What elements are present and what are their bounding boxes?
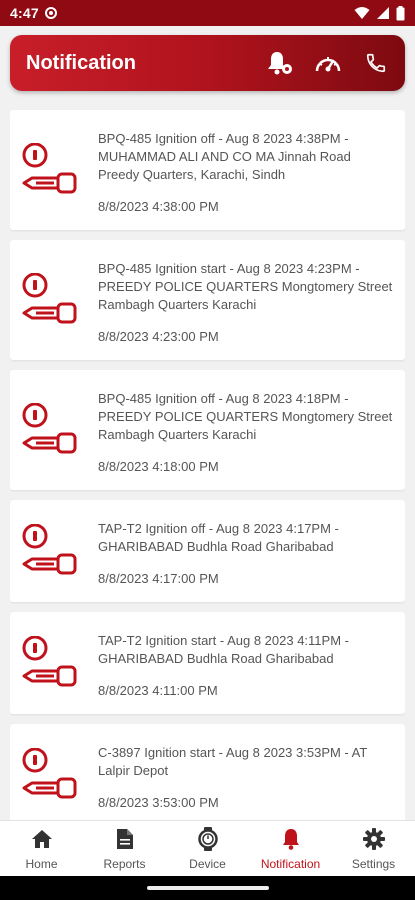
status-time: 4:47 <box>10 5 39 21</box>
nav-label-reports: Reports <box>103 856 146 871</box>
app-header: Notification <box>10 35 405 91</box>
nav-item-settings[interactable]: Settings <box>332 821 415 876</box>
notification-card[interactable]: TAP-T2 Ignition off - Aug 8 2023 4:17PM … <box>10 500 405 602</box>
key-icon <box>20 390 80 476</box>
watch-icon <box>197 826 219 851</box>
notification-card[interactable]: BPQ-485 Ignition start - Aug 8 2023 4:23… <box>10 240 405 360</box>
notification-message: TAP-T2 Ignition start - Aug 8 2023 4:11P… <box>98 633 349 666</box>
bell-settings-icon <box>268 52 292 75</box>
sync-icon <box>44 7 57 19</box>
notification-message: TAP-T2 Ignition off - Aug 8 2023 4:17PM … <box>98 521 339 554</box>
document-icon <box>116 827 134 851</box>
key-icon <box>20 130 80 216</box>
notification-timestamp: 8/8/2023 4:38:00 PM <box>98 199 219 214</box>
notification-message: BPQ-485 Ignition off - Aug 8 2023 4:38PM… <box>98 131 351 182</box>
key-icon <box>20 632 80 700</box>
key-icon <box>20 260 80 346</box>
notification-card[interactable]: BPQ-485 Ignition off - Aug 8 2023 4:38PM… <box>10 110 405 230</box>
status-icons <box>354 5 405 21</box>
page-title: Notification <box>26 51 136 74</box>
signal-icon <box>377 7 389 19</box>
notification-message: BPQ-485 Ignition off - Aug 8 2023 4:18PM… <box>98 391 393 442</box>
key-icon <box>20 744 80 812</box>
nav-label-settings: Settings <box>351 856 396 871</box>
nav-label-device: Device <box>189 856 226 871</box>
notification-card[interactable]: TAP-T2 Ignition start - Aug 8 2023 4:11P… <box>10 612 405 714</box>
notification-timestamp: 8/8/2023 4:17:00 PM <box>98 571 219 586</box>
key-icon <box>20 520 80 588</box>
nav-item-device[interactable]: Device <box>166 821 249 876</box>
home-gesture-handle[interactable] <box>146 886 269 890</box>
notification-timestamp: 8/8/2023 4:23:00 PM <box>98 329 219 344</box>
notification-list[interactable]: BPQ-485 Ignition off - Aug 8 2023 4:38PM… <box>10 110 405 820</box>
notification-message: C-3897 Ignition start - Aug 8 2023 3:53P… <box>98 745 368 778</box>
speedometer-button[interactable] <box>313 48 343 78</box>
notification-card[interactable]: BPQ-485 Ignition off - Aug 8 2023 4:18PM… <box>10 370 405 490</box>
call-button[interactable] <box>361 48 391 78</box>
notification-timestamp: 8/8/2023 4:18:00 PM <box>98 459 219 474</box>
notification-timestamp: 8/8/2023 3:53:00 PM <box>98 795 219 810</box>
notification-timestamp: 8/8/2023 4:11:00 PM <box>98 683 218 698</box>
bottom-nav: Home Reports Device Notification Setting… <box>0 820 415 876</box>
nav-item-home[interactable]: Home <box>0 821 83 876</box>
notification-card[interactable]: C-3897 Ignition start - Aug 8 2023 3:53P… <box>10 724 405 820</box>
wifi-icon <box>354 7 370 19</box>
notification-settings-button[interactable] <box>265 48 295 78</box>
phone-icon <box>366 53 386 73</box>
gear-icon <box>362 827 385 851</box>
notification-message: BPQ-485 Ignition start - Aug 8 2023 4:23… <box>98 261 393 312</box>
nav-item-notification[interactable]: Notification <box>249 821 332 876</box>
nav-item-reports[interactable]: Reports <box>83 821 166 876</box>
speedometer-icon <box>315 57 341 72</box>
gesture-bar <box>0 876 415 900</box>
battery-icon <box>396 5 405 20</box>
bell-icon <box>282 827 300 851</box>
status-bar: 4:47 <box>0 0 415 26</box>
nav-label-home: Home <box>25 856 58 871</box>
home-icon <box>31 827 53 851</box>
nav-label-notification: Notification <box>260 856 321 871</box>
